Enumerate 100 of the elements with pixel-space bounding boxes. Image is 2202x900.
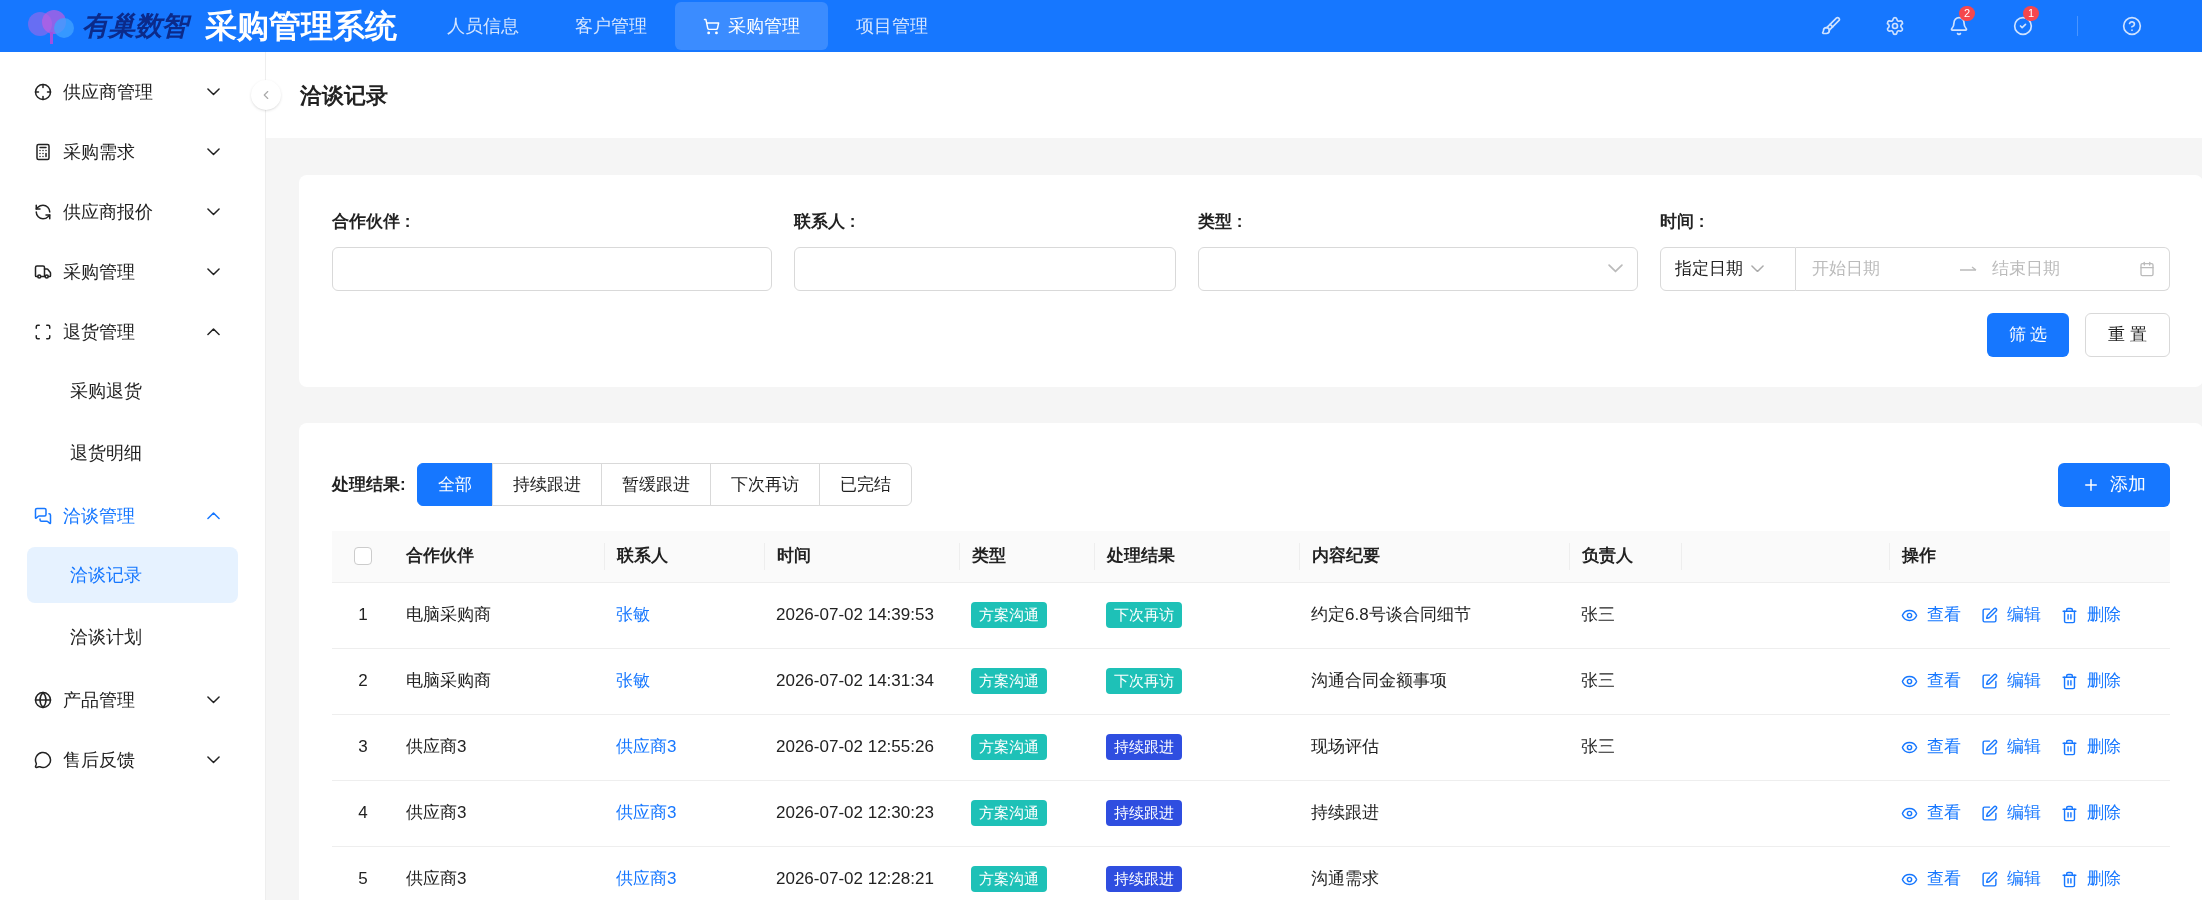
chat-icon (34, 507, 52, 525)
table-cell-text: 沟通需求 (1311, 868, 1379, 891)
segment-tab[interactable]: 下次再访 (709, 463, 820, 506)
reset-button[interactable]: 重 置 (2085, 312, 2170, 357)
action-link[interactable]: 删除 (2061, 800, 2121, 826)
checkbox[interactable] (354, 547, 372, 565)
brush-icon[interactable] (1821, 16, 1841, 36)
action-link[interactable]: 删除 (2061, 734, 2121, 760)
status-tag: 方案沟通 (971, 667, 1047, 695)
chevron-icon (207, 208, 220, 216)
action-link[interactable]: 编辑 (1981, 734, 2041, 760)
field-label: 类型 : (1198, 211, 1244, 233)
status-tag: 下次再访 (1106, 601, 1182, 629)
row-number: 1 (358, 604, 368, 627)
settings-icon[interactable] (1885, 16, 1905, 36)
menu-group[interactable]: 退货管理 (0, 302, 230, 362)
table-cell-text: 电脑采购商 (406, 604, 491, 627)
column-header: 联系人 (617, 545, 668, 568)
chevron-icon (207, 512, 220, 520)
contact-link[interactable]: 张敏 (616, 668, 650, 694)
nav-tab[interactable]: 采购管理 (675, 2, 829, 50)
task-badge: 1 (2023, 6, 2040, 21)
table-cell-text: 张三 (1581, 670, 1615, 693)
menu-group[interactable]: 供应商报价 (0, 182, 230, 242)
table-cell-text: 2026-07-02 12:28:21 (776, 868, 934, 891)
action-link[interactable]: 查看 (1901, 602, 1961, 628)
segment-tab[interactable]: 持续跟进 (491, 463, 602, 506)
contact-link[interactable]: 供应商3 (616, 800, 677, 826)
table-cell-text: 供应商3 (406, 868, 467, 891)
page-title: 洽谈记录 (300, 81, 388, 110)
menu-item[interactable]: 退货明细 (27, 425, 238, 481)
input-field[interactable] (332, 246, 772, 291)
status-tag: 持续跟进 (1106, 799, 1182, 827)
menu-group[interactable]: 售后反馈 (0, 730, 230, 790)
segment-tab[interactable]: 暂缓跟进 (600, 463, 711, 506)
table-cell-text: 沟通合同金额事项 (1311, 670, 1447, 693)
app-title: 采购管理系统 (205, 7, 398, 46)
pencil-icon (1981, 870, 1998, 888)
trash-icon (2061, 606, 2078, 624)
segment-tab[interactable]: 全部 (416, 463, 493, 506)
add-button[interactable]: 添加 (2058, 462, 2170, 507)
pencil-icon (1981, 606, 1998, 624)
action-link[interactable]: 编辑 (1981, 668, 2041, 694)
table-cell-text: 约定6.8号谈合同细节 (1311, 604, 1471, 627)
notification-badge: 2 (1959, 6, 1976, 21)
action-link[interactable]: 编辑 (1981, 800, 2041, 826)
table-cell-text: 供应商3 (406, 802, 467, 825)
contact-link[interactable]: 供应商3 (616, 866, 677, 892)
column-header: 负责人 (1582, 545, 1633, 568)
contact-link[interactable]: 张敏 (616, 602, 650, 628)
select-field[interactable] (1198, 246, 1638, 291)
date-mode-select[interactable]: 指定日期 (1660, 246, 1796, 291)
chevron-icon (207, 88, 220, 96)
table-cell-text: 电脑采购商 (406, 670, 491, 693)
contact-link[interactable]: 供应商3 (616, 734, 677, 760)
table-cell-text: 2026-07-02 12:30:23 (776, 802, 934, 825)
action-link[interactable]: 查看 (1901, 800, 1961, 826)
column-header: 处理结果 (1107, 545, 1175, 568)
action-link[interactable]: 查看 (1901, 866, 1961, 892)
status-tag: 方案沟通 (971, 865, 1047, 893)
menu-group[interactable]: 采购需求 (0, 122, 230, 182)
nav-tab[interactable]: 人员信息 (419, 2, 548, 50)
chevron-icon (207, 268, 220, 276)
row-number: 2 (358, 670, 368, 693)
chevron-icon (207, 756, 220, 764)
column-header: 操作 (1902, 545, 1936, 568)
field-label: 时间 : (1660, 211, 1706, 233)
column-header: 时间 (777, 545, 811, 568)
action-link[interactable]: 删除 (2061, 602, 2121, 628)
scan-icon (34, 323, 52, 341)
action-link[interactable]: 编辑 (1981, 602, 2041, 628)
filter-button[interactable]: 筛 选 (1986, 312, 2070, 357)
menu-item[interactable]: 采购退货 (27, 363, 238, 419)
menu-item[interactable]: 洽谈记录 (27, 547, 238, 603)
check-circle-icon[interactable] (2013, 16, 2033, 36)
menu-group[interactable]: 采购管理 (0, 242, 230, 302)
action-link[interactable]: 删除 (2061, 866, 2121, 892)
action-link[interactable]: 编辑 (1981, 866, 2041, 892)
chevron-icon (207, 696, 220, 704)
segment-tab[interactable]: 已完结 (818, 463, 912, 506)
help-icon[interactable] (2122, 16, 2142, 36)
nav-tab[interactable]: 项目管理 (828, 2, 957, 50)
menu-group[interactable]: 洽谈管理 (0, 486, 230, 546)
nav-tab[interactable]: 客户管理 (547, 2, 676, 50)
pencil-icon (1981, 804, 1998, 822)
column-header: 内容纪要 (1312, 545, 1380, 568)
table-cell-text: 2026-07-02 14:39:53 (776, 604, 934, 627)
calculator-icon (34, 143, 52, 161)
arrow-icon (1960, 264, 1978, 273)
action-link[interactable]: 查看 (1901, 668, 1961, 694)
menu-group[interactable]: 供应商管理 (0, 62, 230, 122)
table-cell-text: 供应商3 (406, 736, 467, 759)
bell-icon[interactable] (1949, 16, 1969, 36)
action-link[interactable]: 查看 (1901, 734, 1961, 760)
action-link[interactable]: 删除 (2061, 668, 2121, 694)
menu-group[interactable]: 产品管理 (0, 670, 230, 730)
input-field[interactable] (794, 246, 1176, 291)
status-tag: 持续跟进 (1106, 865, 1182, 893)
menu-item[interactable]: 洽谈计划 (27, 609, 238, 665)
column-header: 合作伙伴 (406, 545, 474, 568)
